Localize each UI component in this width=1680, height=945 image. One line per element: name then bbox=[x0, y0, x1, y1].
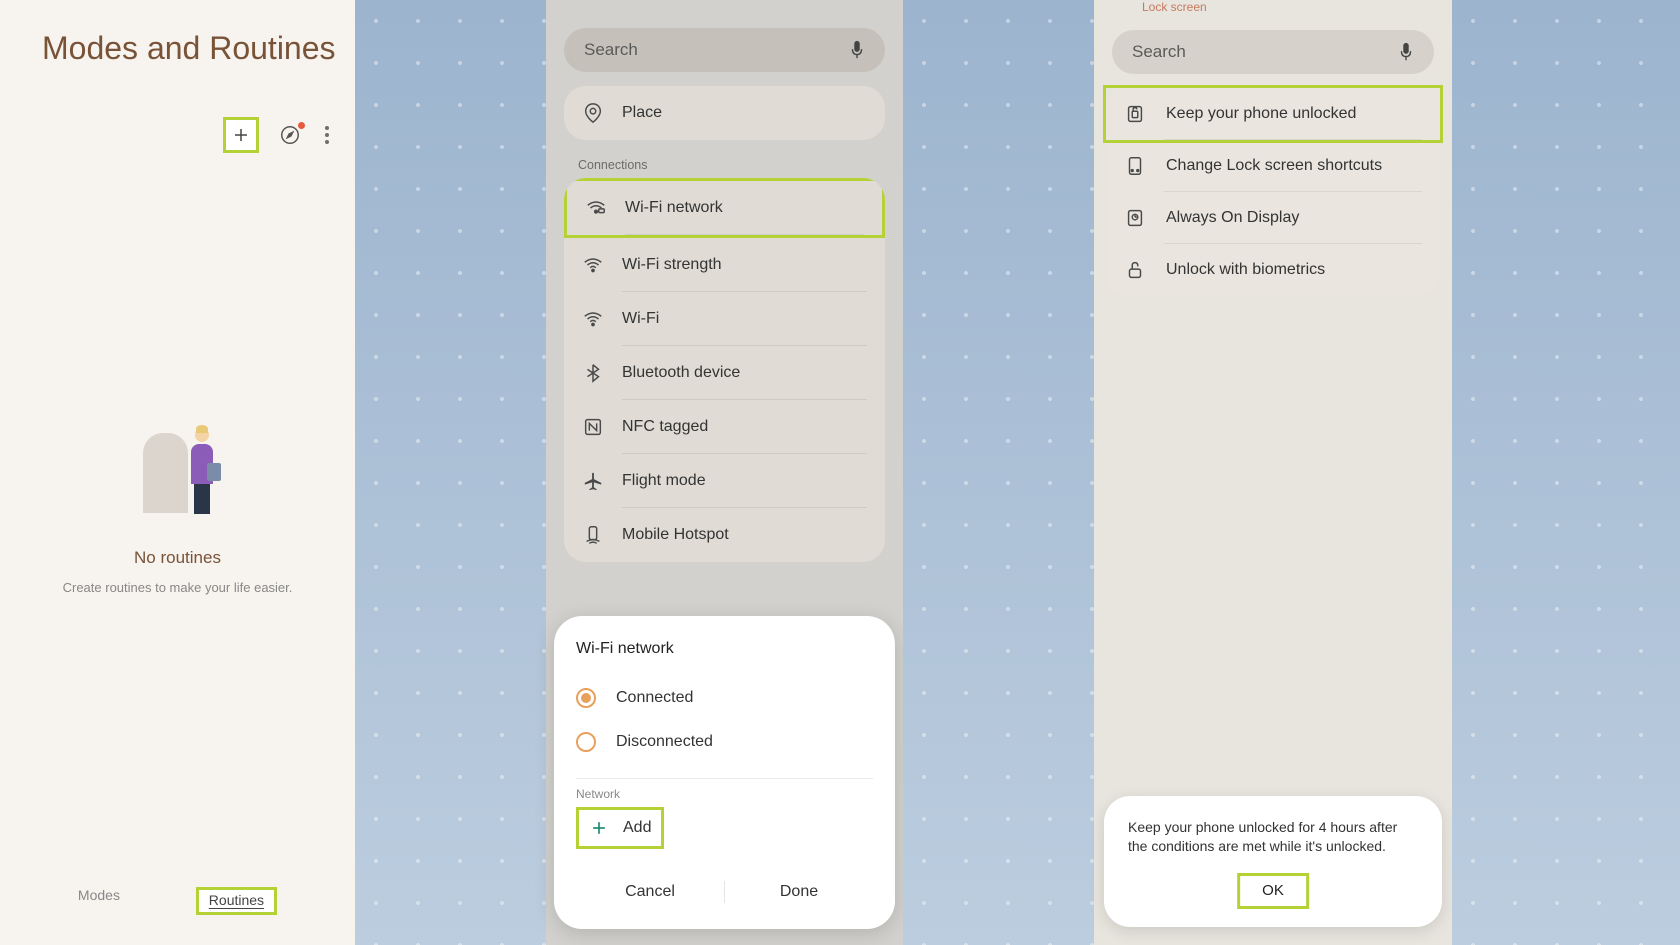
modes-routines-screen: Modes and Routines No routines Create ro… bbox=[0, 0, 355, 945]
wifi-icon bbox=[582, 308, 604, 330]
tab-routines[interactable]: Routines bbox=[196, 887, 277, 915]
place-section: Place bbox=[564, 86, 885, 140]
wifi-network-icon bbox=[585, 197, 607, 219]
discover-button[interactable] bbox=[279, 124, 301, 146]
change-shortcuts-label: Change Lock screen shortcuts bbox=[1166, 157, 1382, 175]
add-network-button[interactable]: Add bbox=[576, 807, 664, 849]
nfc-icon bbox=[582, 416, 604, 438]
radio-icon bbox=[576, 688, 596, 708]
wifi-network-row[interactable]: Wi-Fi network bbox=[564, 178, 885, 238]
unlock-icon bbox=[1124, 259, 1146, 281]
biometrics-row[interactable]: Unlock with biometrics bbox=[1106, 244, 1440, 296]
network-section-label: Network bbox=[576, 787, 873, 801]
search-placeholder: Search bbox=[1132, 42, 1186, 62]
search-bar[interactable]: Search bbox=[564, 28, 885, 72]
connections-section: Wi-Fi network Wi-Fi strength Wi-Fi Bluet… bbox=[564, 178, 885, 562]
radio-icon bbox=[576, 732, 596, 752]
keep-unlocked-icon bbox=[1124, 103, 1146, 125]
change-shortcuts-row[interactable]: Change Lock screen shortcuts bbox=[1106, 140, 1440, 192]
add-label: Add bbox=[623, 819, 651, 837]
ok-button[interactable]: OK bbox=[1237, 873, 1309, 909]
bottom-tabs: Modes Routines bbox=[0, 869, 355, 945]
connections-header: Connections bbox=[546, 140, 903, 178]
tab-modes[interactable]: Modes bbox=[78, 887, 120, 915]
empty-subtitle: Create routines to make your life easier… bbox=[63, 580, 293, 595]
keep-unlocked-row[interactable]: Keep your phone unlocked bbox=[1103, 85, 1443, 143]
microphone-icon[interactable] bbox=[1398, 42, 1414, 62]
biometrics-label: Unlock with biometrics bbox=[1166, 261, 1325, 279]
info-toast: Keep your phone unlocked for 4 hours aft… bbox=[1104, 796, 1442, 927]
bluetooth-label: Bluetooth device bbox=[622, 364, 740, 382]
empty-state: No routines Create routines to make your… bbox=[0, 153, 355, 869]
hotspot-row[interactable]: Mobile Hotspot bbox=[564, 508, 885, 562]
background-gap bbox=[903, 0, 1094, 945]
nfc-label: NFC tagged bbox=[622, 418, 708, 436]
wifi-strength-label: Wi-Fi strength bbox=[622, 256, 722, 274]
background-gap bbox=[355, 0, 546, 945]
lockscreen-options: Keep your phone unlocked Change Lock scr… bbox=[1106, 85, 1440, 296]
aod-icon bbox=[1124, 207, 1146, 229]
plus-icon bbox=[232, 126, 250, 144]
toolbar bbox=[0, 67, 355, 153]
wifi-strength-row[interactable]: Wi-Fi strength bbox=[564, 238, 885, 292]
aod-label: Always On Display bbox=[1166, 209, 1299, 227]
connected-label: Connected bbox=[616, 689, 693, 707]
flight-mode-row[interactable]: Flight mode bbox=[564, 454, 885, 508]
place-row[interactable]: Place bbox=[564, 86, 885, 140]
notification-dot-icon bbox=[298, 122, 305, 129]
cancel-button[interactable]: Cancel bbox=[576, 873, 724, 911]
microphone-icon[interactable] bbox=[849, 40, 865, 60]
dialog-title: Wi-Fi network bbox=[576, 640, 873, 658]
wifi-row[interactable]: Wi-Fi bbox=[564, 292, 885, 346]
person-illustration-icon bbox=[143, 428, 213, 518]
disconnected-radio-row[interactable]: Disconnected bbox=[576, 720, 873, 764]
airplane-icon bbox=[582, 470, 604, 492]
place-label: Place bbox=[622, 104, 662, 122]
divider bbox=[576, 778, 873, 779]
shortcuts-icon bbox=[1124, 155, 1146, 177]
background-gap bbox=[1452, 0, 1680, 945]
hotspot-icon bbox=[582, 524, 604, 546]
wifi-network-dialog: Wi-Fi network Connected Disconnected Net… bbox=[554, 616, 895, 929]
toast-text: Keep your phone unlocked for 4 hours aft… bbox=[1128, 818, 1418, 857]
more-options-button[interactable] bbox=[321, 126, 333, 144]
wifi-network-label: Wi-Fi network bbox=[625, 199, 723, 217]
nfc-row[interactable]: NFC tagged bbox=[564, 400, 885, 454]
lockscreen-actions-screen: Lock screen Search Keep your phone unloc… bbox=[1094, 0, 1452, 945]
lockscreen-link[interactable]: Lock screen bbox=[1094, 0, 1452, 22]
page-title: Modes and Routines bbox=[0, 0, 355, 67]
plus-icon bbox=[589, 818, 609, 838]
aod-row[interactable]: Always On Display bbox=[1106, 192, 1440, 244]
done-button[interactable]: Done bbox=[725, 873, 873, 911]
wifi-label: Wi-Fi bbox=[622, 310, 659, 328]
search-placeholder: Search bbox=[584, 40, 638, 60]
disconnected-label: Disconnected bbox=[616, 733, 713, 751]
search-bar[interactable]: Search bbox=[1112, 30, 1434, 74]
keep-unlocked-label: Keep your phone unlocked bbox=[1166, 105, 1356, 123]
bluetooth-row[interactable]: Bluetooth device bbox=[564, 346, 885, 400]
location-pin-icon bbox=[582, 102, 604, 124]
no-routines-label: No routines bbox=[134, 548, 221, 568]
dialog-buttons: Cancel Done bbox=[576, 873, 873, 911]
ok-label: OK bbox=[1262, 882, 1284, 899]
hotspot-label: Mobile Hotspot bbox=[622, 526, 729, 544]
connected-radio-row[interactable]: Connected bbox=[576, 676, 873, 720]
add-routine-button[interactable] bbox=[223, 117, 259, 153]
bluetooth-icon bbox=[582, 362, 604, 384]
connections-screen: Search Place Connections Wi-Fi network W… bbox=[546, 0, 903, 945]
flight-mode-label: Flight mode bbox=[622, 472, 706, 490]
wifi-strength-icon bbox=[582, 254, 604, 276]
